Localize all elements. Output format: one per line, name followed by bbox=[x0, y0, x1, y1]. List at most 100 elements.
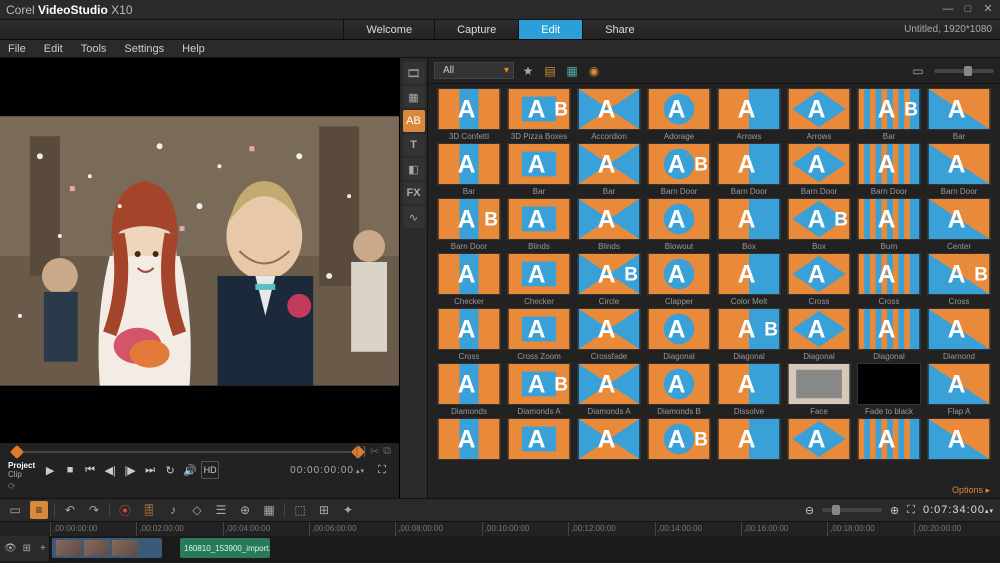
transition-thumb[interactable]: ACross Zoom bbox=[506, 308, 572, 361]
transition-thumb[interactable]: ADiagonal bbox=[856, 308, 922, 361]
transition-thumb[interactable]: ACenter bbox=[926, 198, 992, 251]
maximize-icon[interactable]: □ bbox=[962, 4, 974, 16]
transition-thumb[interactable]: AB bbox=[646, 418, 712, 462]
transition-thumb[interactable]: AAccordion bbox=[576, 88, 642, 141]
transition-thumb[interactable]: ABBarn Door bbox=[646, 143, 712, 196]
menu-settings[interactable]: Settings bbox=[120, 43, 168, 55]
minimize-icon[interactable]: — bbox=[942, 4, 954, 16]
sidecat-filters[interactable]: FX bbox=[403, 182, 425, 204]
group-button[interactable]: ⊞ bbox=[315, 501, 333, 519]
options-link[interactable]: Options ▸ bbox=[428, 483, 1000, 498]
transition-thumb[interactable]: ABCross bbox=[926, 253, 992, 306]
transition-thumb[interactable]: AChecker bbox=[436, 253, 502, 306]
preview-timecode[interactable]: 00:00:00:00▴▾ bbox=[290, 465, 365, 476]
forward-button[interactable]: |▶ bbox=[121, 461, 139, 479]
record-button[interactable]: ⦿ bbox=[116, 501, 134, 519]
transition-thumb[interactable]: ADiamond bbox=[926, 308, 992, 361]
transition-thumb[interactable]: ADiamonds B bbox=[646, 363, 712, 416]
tab-share[interactable]: Share bbox=[582, 20, 656, 39]
favorite-icon[interactable]: ★ bbox=[520, 63, 536, 79]
transition-thumb[interactable]: ACross bbox=[786, 253, 852, 306]
transition-thumb[interactable]: ADiamonds A bbox=[576, 363, 642, 416]
transition-thumb[interactable]: ADiagonal bbox=[786, 308, 852, 361]
fit-button[interactable]: ⛶ bbox=[907, 504, 915, 517]
clip-video-1[interactable] bbox=[52, 538, 162, 558]
sidecat-transitions[interactable]: AB bbox=[403, 110, 425, 132]
transition-thumb[interactable]: ABCircle bbox=[576, 253, 642, 306]
transition-thumb[interactable]: AClapper bbox=[646, 253, 712, 306]
sidecat-media[interactable]: 🎞 bbox=[403, 62, 425, 84]
preview-viewport[interactable] bbox=[0, 58, 399, 443]
transition-thumb[interactable]: ADiagonal bbox=[646, 308, 712, 361]
volume-button[interactable]: 🔊 bbox=[181, 461, 199, 479]
transition-thumb[interactable]: AColor Melt bbox=[716, 253, 782, 306]
mode-shuttle-icon[interactable]: ⟳ bbox=[8, 481, 391, 492]
transition-thumb[interactable]: ABarn Door bbox=[716, 143, 782, 196]
transition-thumb[interactable]: AB3D Pizza Boxes bbox=[506, 88, 572, 141]
transition-thumb[interactable]: ABBarn Door bbox=[436, 198, 502, 251]
stop-button[interactable]: ■ bbox=[61, 461, 79, 479]
transition-thumb[interactable]: ABBox bbox=[786, 198, 852, 251]
tab-capture[interactable]: Capture bbox=[434, 20, 518, 39]
tab-edit[interactable]: Edit bbox=[518, 20, 582, 39]
transition-thumb[interactable]: ABar bbox=[436, 143, 502, 196]
zoom-in-button[interactable]: ⊕ bbox=[890, 504, 899, 517]
transition-thumb[interactable]: ABlinds bbox=[506, 198, 572, 251]
sidecat-paths[interactable]: ∿ bbox=[403, 206, 425, 228]
thumb-zoom-slider[interactable] bbox=[934, 69, 994, 73]
sidecat-templates[interactable]: ▦ bbox=[403, 86, 425, 108]
transition-thumb[interactable]: ABarn Door bbox=[786, 143, 852, 196]
transition-thumb[interactable]: ABox bbox=[716, 198, 782, 251]
transition-thumb[interactable]: A bbox=[926, 418, 992, 462]
transition-thumb[interactable]: AAdorage bbox=[646, 88, 712, 141]
timeline-view-button[interactable]: ≡ bbox=[30, 501, 48, 519]
timeline-ruler[interactable]: ,00:00:00:00,00:02:00:00,00:04:00:00,00:… bbox=[0, 522, 1000, 536]
transition-thumb[interactable]: A bbox=[506, 418, 572, 462]
transition-thumb[interactable]: ABDiagonal bbox=[716, 308, 782, 361]
undo-button[interactable]: ↶ bbox=[61, 501, 79, 519]
transition-thumb[interactable]: ABarn Door bbox=[926, 143, 992, 196]
apply-all-icon[interactable]: ▦ bbox=[564, 63, 580, 79]
transition-thumb[interactable]: ABlowout bbox=[646, 198, 712, 251]
transition-thumb[interactable]: A bbox=[576, 418, 642, 462]
transition-thumb[interactable]: AArrows bbox=[716, 88, 782, 141]
settings-icon[interactable]: ◉ bbox=[586, 63, 602, 79]
play-button[interactable]: ▶ bbox=[41, 461, 59, 479]
menu-help[interactable]: Help bbox=[178, 43, 209, 55]
track-head-video[interactable]: 👁 ⊞ + bbox=[0, 536, 50, 561]
chapter-button[interactable]: ◇ bbox=[188, 501, 206, 519]
transition-thumb[interactable]: A bbox=[856, 418, 922, 462]
mark-in-icon[interactable]: [ bbox=[356, 445, 359, 458]
transition-thumb[interactable]: A3D Confetti bbox=[436, 88, 502, 141]
sidecat-title[interactable]: T bbox=[403, 134, 425, 156]
scrub-handle-start[interactable] bbox=[10, 445, 24, 459]
track-visibility-icon[interactable]: 👁 bbox=[4, 542, 17, 556]
split-icon[interactable]: ✂ bbox=[370, 445, 379, 458]
settings-button[interactable]: ✦ bbox=[339, 501, 357, 519]
3d-button[interactable]: ⬚ bbox=[291, 501, 309, 519]
transition-thumb[interactable]: ABBar bbox=[856, 88, 922, 141]
redo-button[interactable]: ↷ bbox=[85, 501, 103, 519]
tab-welcome[interactable]: Welcome bbox=[343, 20, 434, 39]
close-icon[interactable]: ✕ bbox=[982, 4, 994, 16]
transition-thumb[interactable]: ADissolve bbox=[716, 363, 782, 416]
transition-thumb[interactable]: ABurn bbox=[856, 198, 922, 251]
storyboard-view-button[interactable]: ▭ bbox=[6, 501, 24, 519]
menu-file[interactable]: File bbox=[4, 43, 30, 55]
transition-thumb[interactable]: ACrossfade bbox=[576, 308, 642, 361]
transition-thumb[interactable]: ACross bbox=[436, 308, 502, 361]
transition-thumb[interactable]: A bbox=[716, 418, 782, 462]
transition-thumb[interactable]: A bbox=[786, 418, 852, 462]
video-track[interactable]: 160810_153900_import.mp4 bbox=[50, 536, 1000, 561]
zoom-out-button[interactable]: ⊖ bbox=[805, 504, 814, 517]
track-motion-button[interactable]: ⊕ bbox=[236, 501, 254, 519]
next-frame-button[interactable]: ⏭ bbox=[141, 461, 159, 479]
transition-thumb[interactable]: ADiamonds bbox=[436, 363, 502, 416]
track-add-icon[interactable]: + bbox=[37, 542, 49, 556]
gallery-expand-icon[interactable]: ▭ bbox=[910, 63, 926, 79]
transition-thumb[interactable]: ABar bbox=[506, 143, 572, 196]
transition-thumb[interactable]: AArrows bbox=[786, 88, 852, 141]
transition-thumb[interactable]: AChecker bbox=[506, 253, 572, 306]
clip-video-2[interactable]: 160810_153900_import.mp4 bbox=[180, 538, 270, 558]
transition-thumb[interactable]: AFlap A bbox=[926, 363, 992, 416]
